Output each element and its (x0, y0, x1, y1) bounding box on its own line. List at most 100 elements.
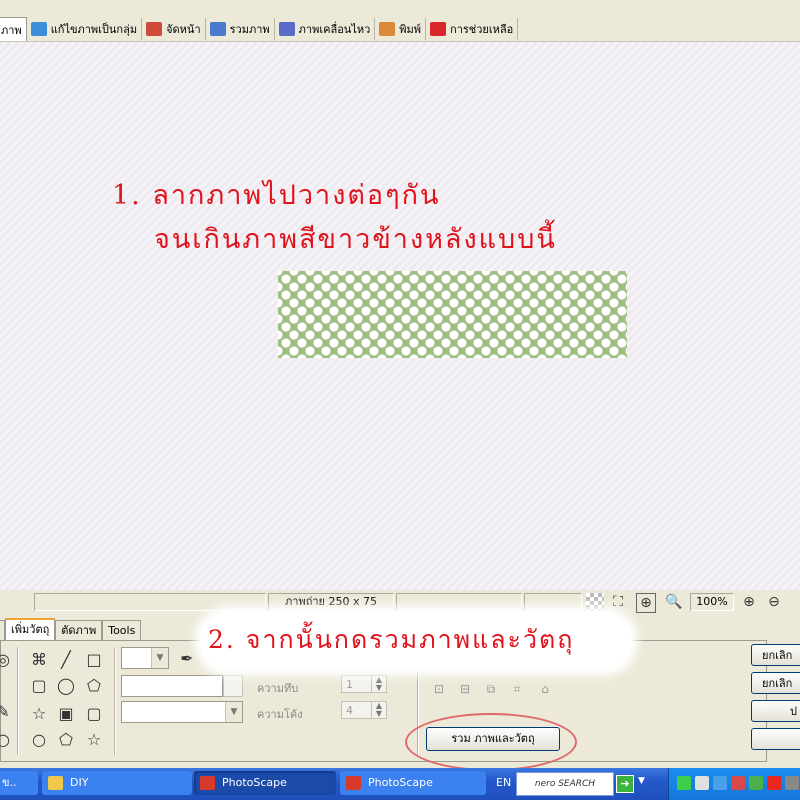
brush-icon[interactable]: ✎ (0, 701, 13, 721)
taskbar-item-photoscape-active[interactable]: PhotoScape (194, 771, 336, 795)
toolbar-tabs: ภาพ แก้ไขภาพเป็นกลุ่ม จัดหน้า รวมภาพ ภาพเคลื… (0, 17, 519, 41)
help-icon (430, 22, 447, 36)
taskbar-item-diy[interactable]: DIY (42, 771, 192, 795)
status-cell-empty (34, 593, 266, 611)
pentagon-icon[interactable]: ⬠ (84, 675, 104, 695)
dropdown-arrow-icon[interactable]: ▼ (638, 776, 645, 786)
chevron-down-icon: ▼ (151, 648, 168, 668)
spinner-arrows-icon[interactable]: ▲ ▼ (371, 676, 386, 692)
chevron-down-icon: ▼ (225, 702, 242, 722)
volume-icon[interactable] (695, 776, 709, 790)
circle-icon[interactable]: ◯ (56, 675, 76, 695)
save-button[interactable]: ป (751, 700, 800, 722)
tab-image[interactable]: ภาพ (0, 17, 27, 41)
annotation-step-1-detail: จนเกินภาพสีขาวข้างหลังแบบนี้ (154, 224, 557, 255)
taskbar-item-label: DIY (70, 776, 89, 789)
line-icon[interactable]: ╱ (56, 649, 76, 669)
update-icon[interactable] (749, 776, 763, 790)
zoom-icon[interactable]: 🔍 (665, 593, 683, 611)
antivirus-icon[interactable] (767, 776, 781, 790)
tab-animated-gif[interactable]: ภาพเคลื่อนไหว (275, 18, 376, 40)
opacity-label: ความทึบ (257, 682, 299, 695)
tab-label: แก้ไขภาพเป็นกลุ่ม (50, 23, 138, 36)
undo-button[interactable]: ยกเลิก (751, 644, 800, 666)
animated-gif-icon (278, 22, 295, 36)
rounded-square-icon[interactable]: ▢ (84, 703, 104, 723)
pentagon-outline-icon[interactable]: ⬠ (56, 729, 76, 749)
star-outline-icon[interactable]: ☆ (84, 729, 104, 749)
taskbar-item-photoscape[interactable]: PhotoScape (340, 771, 486, 795)
tab-label: ภาพ (1, 23, 22, 37)
zoom-in-icon[interactable]: ⊕ (740, 593, 758, 611)
align-left-icon[interactable]: ⊡ (429, 679, 449, 699)
signal-icon[interactable] (677, 776, 691, 790)
square-filled-icon[interactable]: ▣ (56, 703, 76, 723)
separator-2 (114, 647, 116, 755)
annotation-step-2: 2. จากนั้นกดรวมภาพและวัตถุ (208, 625, 575, 654)
fit-screen-icon[interactable]: ⛶ (609, 593, 627, 611)
line-style-dropdown[interactable] (223, 675, 243, 697)
language-indicator[interactable]: EN (496, 776, 511, 789)
object-icon[interactable]: ◎ (0, 649, 13, 669)
tab-print[interactable]: พิมพ์ (375, 18, 427, 40)
star-icon[interactable]: ☆ (29, 703, 49, 723)
tray-app-icon[interactable] (785, 776, 799, 790)
line-width-select[interactable]: ▼ (121, 701, 243, 723)
tab-batch-edit[interactable]: แก้ไขภาพเป็นกลุ่ม (27, 18, 143, 40)
group-icon[interactable]: ⌗ (507, 679, 527, 699)
color-select[interactable]: ▼ (121, 647, 169, 669)
taskbar-item-window[interactable]: ข.. (0, 771, 38, 795)
photo-polka-dot[interactable] (278, 271, 627, 358)
status-cell-empty-2 (396, 593, 522, 611)
tab-label: รวมภาพ (229, 23, 270, 36)
system-tray (668, 768, 800, 800)
security-icon[interactable] (731, 776, 745, 790)
zoom-level: 100% (690, 593, 734, 611)
bottom-tabs: เพิ่มวัตถุ ตัดภาพ Tools (0, 618, 142, 642)
taskbar-item-label: PhotoScape (368, 776, 433, 789)
lasso-icon[interactable]: ⌘ (29, 649, 49, 669)
status-cell-empty-3 (524, 593, 582, 611)
menu-button[interactable] (751, 728, 800, 750)
status-bar: ภาพถ่าย 250 x 75 ⛶ ⊕ 🔍 100% ⊕ ⊖ (0, 590, 800, 614)
tool-icon[interactable]: ○ (0, 729, 13, 749)
zoom-out-icon[interactable]: ⊖ (765, 593, 783, 611)
tab-crop[interactable]: ตัดภาพ (55, 620, 103, 641)
actual-size-icon[interactable]: ⊕ (636, 593, 656, 613)
toolbar: ภาพ แก้ไขภาพเป็นกลุ่ม จัดหน้า รวมภาพ ภาพเคลื… (0, 0, 800, 42)
spinner-arrows-icon[interactable]: ▲ ▼ (371, 702, 386, 718)
tab-combine[interactable]: รวมภาพ (206, 18, 275, 40)
transparency-icon[interactable] (586, 593, 604, 611)
undo-all-button[interactable]: ยกเลิก (751, 672, 800, 694)
tab-label: พิมพ์ (399, 23, 422, 36)
highlight-circle (405, 713, 577, 771)
roundness-input[interactable]: 4 ▲ ▼ (341, 701, 387, 719)
annotation-step-1: 1. ลากภาพไปวางต่อๆกัน (112, 180, 441, 211)
combine-icon (209, 22, 226, 36)
batch-edit-icon (30, 22, 47, 36)
status-photo-size: ภาพถ่าย 250 x 75 (268, 593, 394, 611)
go-arrow-icon[interactable]: ➔ (616, 775, 634, 793)
separator (17, 647, 19, 755)
opacity-value: 1 (346, 678, 353, 691)
opacity-input[interactable]: 1 ▲ ▼ (341, 675, 387, 693)
tab-tools[interactable]: Tools (102, 620, 142, 641)
tab-help[interactable]: การช่วยเหลือ (426, 18, 519, 40)
align-center-icon[interactable]: ⊟ (455, 679, 475, 699)
lock-icon[interactable]: ⌂ (535, 679, 555, 699)
tab-page-layout[interactable]: จัดหน้า (142, 18, 206, 40)
network-icon[interactable] (713, 776, 727, 790)
tab-label: จัดหน้า (166, 23, 201, 36)
rounded-rectangle-icon[interactable]: ▢ (29, 675, 49, 695)
photoscape-icon (346, 776, 361, 790)
eyedropper-icon[interactable]: ✒ (177, 648, 197, 668)
tab-add-object[interactable]: เพิ่มวัตถุ (5, 618, 56, 642)
nero-search-box[interactable]: nero SEARCH (516, 772, 614, 796)
align-right-icon[interactable]: ⧉ (481, 679, 501, 699)
circle-small-icon[interactable]: ○ (29, 729, 49, 749)
line-style-field[interactable] (121, 675, 223, 697)
taskbar-item-label: PhotoScape (222, 776, 287, 789)
bottom-panel: เพิ่มวัตถุ ตัดภาพ Tools ◎ ✎ ○ ⌘ ╱ □ ▢ ◯ … (0, 612, 800, 771)
page-layout-icon (146, 22, 163, 36)
rectangle-icon[interactable]: □ (84, 649, 104, 669)
